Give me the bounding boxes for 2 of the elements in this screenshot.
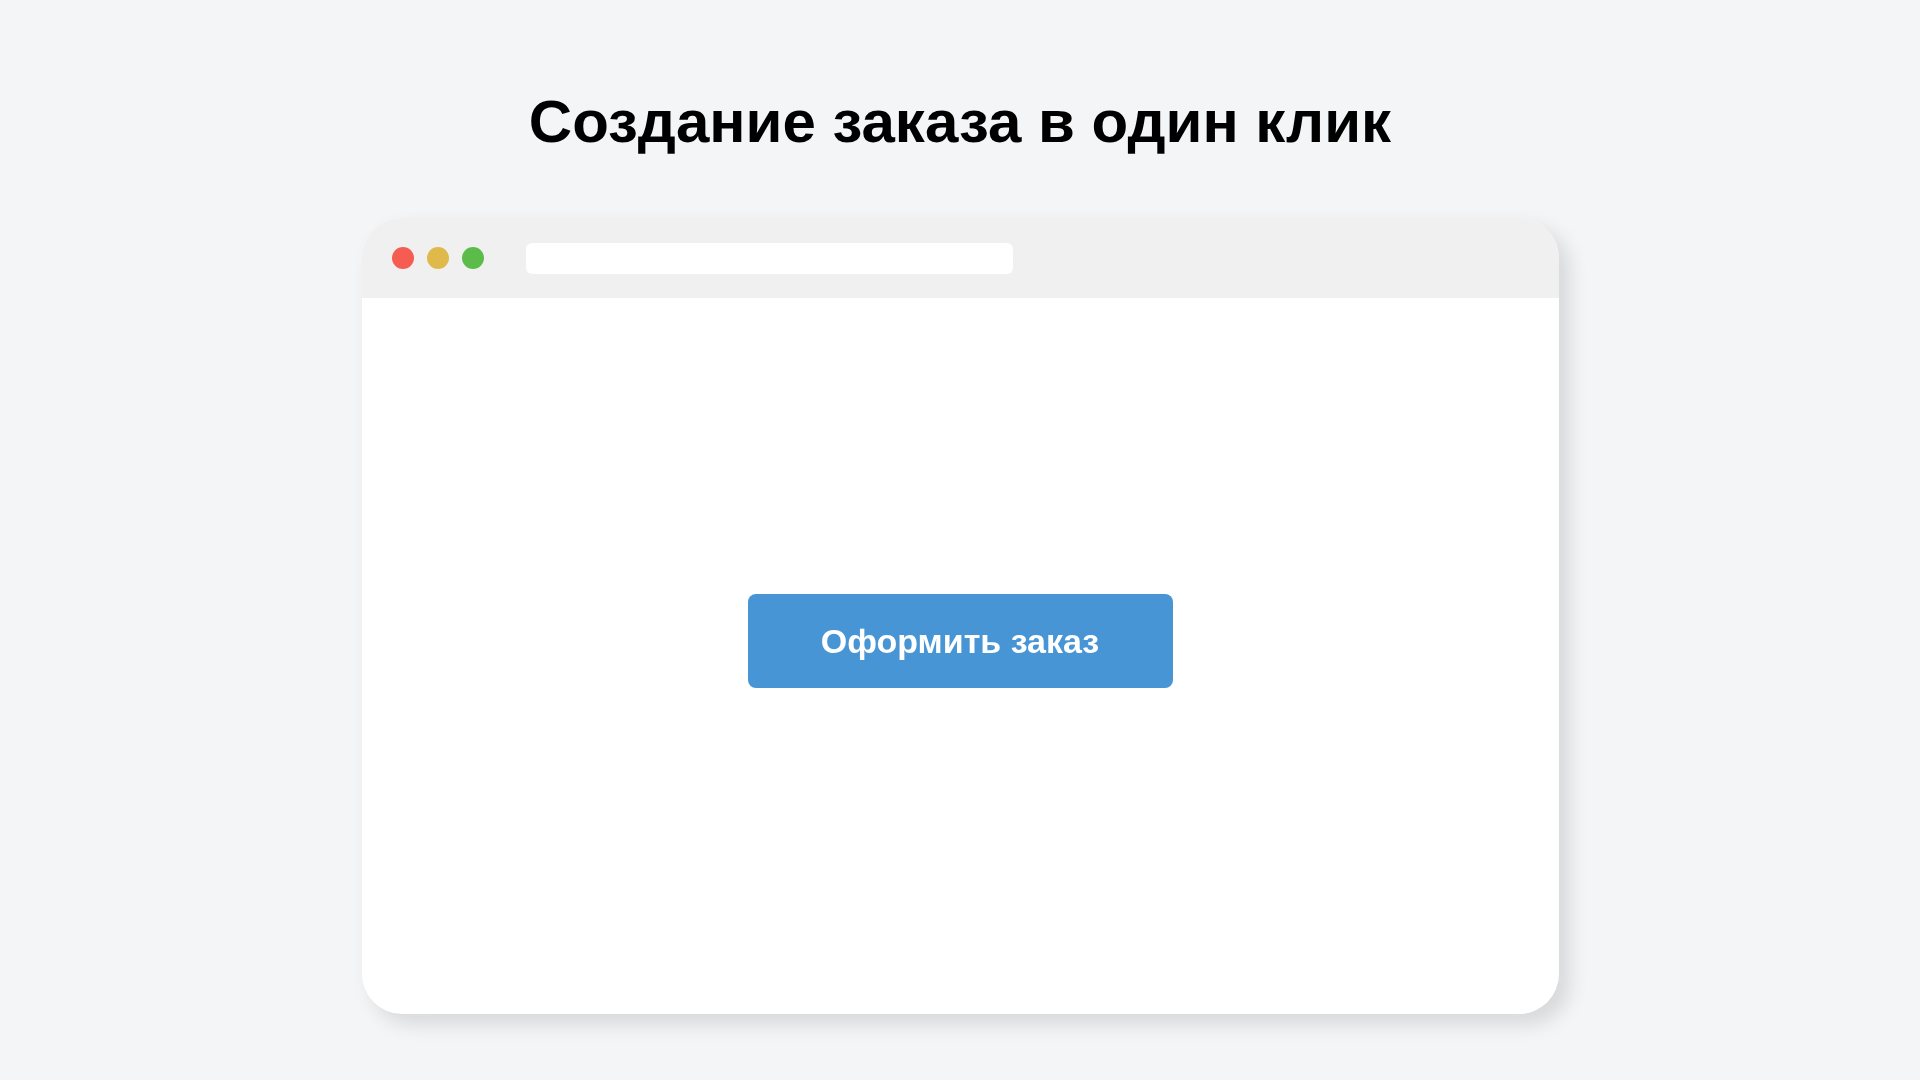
place-order-button[interactable]: Оформить заказ [747, 594, 1173, 688]
page-heading: Создание заказа в один клик [528, 87, 1392, 157]
